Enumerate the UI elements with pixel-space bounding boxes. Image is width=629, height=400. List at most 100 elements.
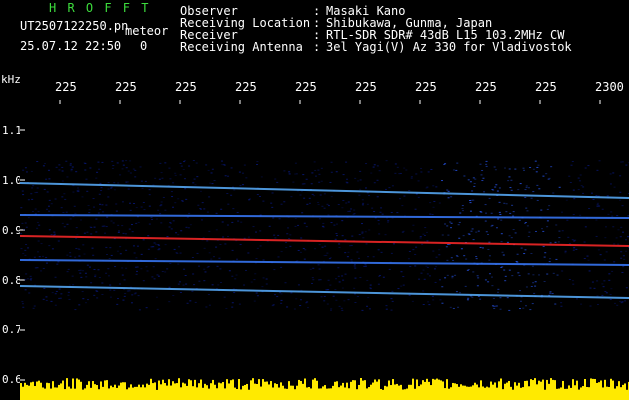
noise-speck: [88, 266, 91, 268]
noise-speck: [107, 268, 110, 270]
noise-speck: [142, 239, 145, 241]
noise-speck: [168, 301, 171, 303]
noise-speck: [538, 274, 541, 276]
noise-speck: [541, 228, 544, 230]
noise-speck: [118, 230, 121, 232]
noise-speck: [205, 306, 208, 308]
noise-speck: [403, 167, 406, 169]
noise-speck: [328, 258, 331, 260]
noise-speck: [523, 169, 526, 171]
baseline-bar: [158, 380, 160, 400]
noise-speck: [506, 241, 509, 243]
noise-speck: [174, 202, 177, 204]
noise-speck: [522, 167, 525, 169]
noise-speck: [446, 274, 449, 276]
noise-speck: [432, 299, 435, 301]
noise-speck: [286, 306, 289, 308]
baseline-bar: [22, 386, 24, 400]
noise-speck: [302, 174, 305, 176]
noise-speck: [480, 174, 483, 176]
noise-speck: [572, 283, 575, 285]
noise-speck: [338, 281, 341, 283]
noise-speck: [26, 278, 29, 280]
noise-speck: [556, 274, 559, 276]
noise-speck: [144, 180, 147, 182]
baseline-bar: [150, 378, 152, 400]
noise-speck: [299, 299, 302, 301]
noise-speck: [495, 184, 498, 186]
noise-speck: [168, 286, 171, 288]
noise-speck: [182, 168, 185, 170]
noise-speck: [414, 265, 417, 267]
noise-speck: [107, 182, 110, 184]
noise-speck: [327, 289, 330, 291]
noise-speck: [85, 276, 88, 278]
baseline-bar: [90, 387, 92, 400]
noise-speck: [235, 274, 238, 276]
noise-speck: [245, 177, 248, 179]
noise-speck: [47, 205, 50, 207]
noise-speck: [532, 274, 535, 276]
noise-speck: [399, 198, 402, 200]
noise-speck: [192, 273, 195, 275]
baseline-bar: [584, 379, 586, 400]
noise-speck: [462, 235, 465, 237]
noise-speck: [100, 187, 103, 189]
noise-speck: [223, 164, 226, 166]
noise-speck: [94, 274, 97, 276]
baseline-bar: [304, 378, 306, 400]
noise-speck: [524, 249, 527, 251]
noise-speck: [164, 271, 167, 273]
noise-speck: [569, 182, 572, 184]
noise-speck: [273, 234, 276, 236]
noise-speck: [158, 178, 161, 180]
noise-speck: [392, 243, 395, 245]
baseline-bar: [164, 383, 166, 400]
noise-speck: [557, 241, 560, 243]
noise-speck: [372, 166, 375, 168]
noise-speck: [490, 225, 493, 227]
baseline-bar: [436, 378, 438, 400]
noise-speck: [314, 248, 317, 250]
baseline-bar: [336, 381, 338, 400]
noise-speck: [353, 264, 356, 266]
noise-speck: [476, 285, 479, 287]
noise-speck: [61, 170, 64, 172]
noise-speck: [148, 189, 151, 191]
noise-speck: [215, 212, 218, 214]
noise-speck: [101, 204, 104, 206]
baseline-bar: [130, 384, 132, 400]
baseline-bar: [182, 382, 184, 400]
noise-speck: [314, 169, 317, 171]
noise-speck: [172, 182, 175, 184]
noise-speck: [450, 196, 453, 198]
noise-speck: [509, 187, 512, 189]
noise-speck: [398, 173, 401, 175]
noise-speck: [122, 299, 125, 301]
noise-speck: [347, 251, 350, 253]
noise-speck: [323, 300, 326, 302]
noise-speck: [54, 198, 57, 200]
noise-speck: [271, 192, 274, 194]
noise-speck: [171, 196, 174, 198]
noise-speck: [69, 252, 72, 254]
baseline-bar: [626, 389, 628, 400]
noise-speck: [441, 302, 444, 304]
baseline-bar: [446, 379, 448, 400]
noise-speck: [609, 294, 612, 296]
noise-speck: [181, 200, 184, 202]
baseline-bar: [522, 387, 524, 400]
noise-speck: [558, 237, 561, 239]
noise-speck: [51, 292, 54, 294]
noise-speck: [516, 253, 519, 255]
noise-speck: [359, 179, 362, 181]
noise-speck: [310, 183, 313, 185]
noise-speck: [294, 162, 297, 164]
baseline-bar: [272, 387, 274, 400]
noise-speck: [90, 282, 93, 284]
noise-speck: [318, 218, 321, 220]
baseline-bar: [118, 385, 120, 400]
noise-speck: [552, 272, 555, 274]
baseline-bar: [330, 388, 332, 400]
noise-speck: [400, 285, 403, 287]
